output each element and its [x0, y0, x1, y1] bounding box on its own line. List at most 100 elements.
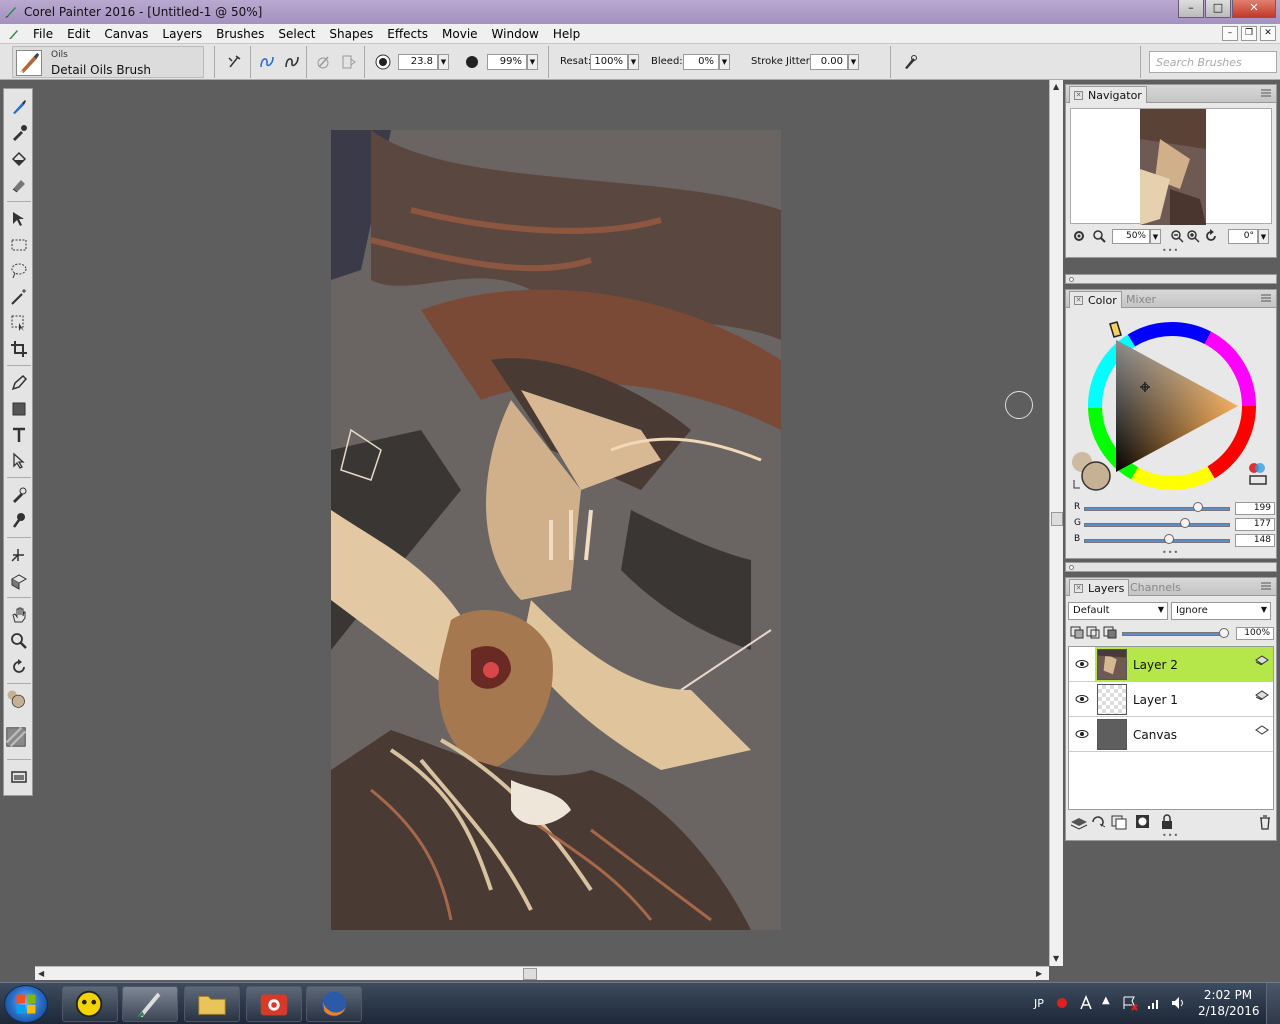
blue-slider-knob[interactable]: [1163, 534, 1174, 544]
grabber-hand-icon[interactable]: [9, 605, 29, 625]
layer-row-canvas[interactable]: Canvas: [1069, 717, 1273, 752]
blue-value[interactable]: 148: [1235, 534, 1275, 547]
layer-opacity-track[interactable]: [1122, 632, 1224, 636]
zoom-icon[interactable]: [1092, 229, 1106, 243]
menu-window[interactable]: Window: [485, 27, 546, 41]
close-button[interactable]: ✕: [1232, 0, 1276, 18]
main-color-swatch[interactable]: [6, 689, 32, 715]
color-swatches[interactable]: [1070, 450, 1114, 494]
straight-line-strokes-icon[interactable]: [283, 53, 301, 71]
navigator-resize-grip[interactable]: •••: [1162, 246, 1179, 255]
menu-select[interactable]: Select: [271, 27, 322, 41]
green-value[interactable]: 177: [1235, 518, 1275, 531]
vertical-scrollbar[interactable]: ▲ ▼: [1049, 80, 1063, 966]
text-tool-icon[interactable]: [9, 425, 29, 445]
color-settings-icon[interactable]: [1244, 460, 1272, 488]
artwork-canvas[interactable]: [331, 130, 781, 930]
navigator-settings-icon[interactable]: [1072, 229, 1086, 243]
panel-menu-icon[interactable]: [1260, 581, 1272, 592]
green-slider[interactable]: G 177: [1074, 518, 1275, 532]
visibility-eye-icon[interactable]: [1075, 694, 1089, 704]
action-center-icon[interactable]: [1122, 995, 1138, 1011]
red-value[interactable]: 199: [1235, 502, 1275, 515]
paper-selector-icon[interactable]: [5, 726, 32, 753]
stroke-attributes-icon[interactable]: [314, 53, 332, 71]
search-brushes-input[interactable]: Search Brushes: [1149, 51, 1277, 73]
layer-opacity-value[interactable]: 100%: [1236, 627, 1274, 640]
menu-edit[interactable]: Edit: [60, 27, 97, 41]
green-slider-knob[interactable]: [1179, 518, 1190, 528]
taskbar-app-cyberghost[interactable]: [62, 986, 118, 1022]
close-panel-icon[interactable]: ✕: [1074, 91, 1083, 100]
show-desktop-button[interactable]: [1266, 983, 1280, 1024]
dynamic-plugins-icon[interactable]: [1090, 814, 1108, 830]
red-slider[interactable]: R 199: [1074, 502, 1275, 516]
layer-commands-icon[interactable]: [1070, 814, 1088, 830]
zoom-in-icon[interactable]: [1186, 229, 1200, 243]
resat-field[interactable]: 100%: [590, 54, 628, 70]
brush-tool-icon[interactable]: [9, 97, 29, 117]
scroll-up-icon[interactable]: ▲: [1053, 82, 1059, 91]
blue-slider-track[interactable]: [1084, 539, 1230, 543]
visibility-eye-icon[interactable]: [1075, 729, 1089, 739]
bleed-field[interactable]: 0%: [683, 54, 719, 70]
scroll-left-icon[interactable]: ◀: [38, 969, 44, 978]
start-button[interactable]: [4, 985, 48, 1023]
screen-mode-icon[interactable]: [9, 767, 29, 787]
rubber-stamp-tool-icon[interactable]: [9, 511, 29, 531]
panel-menu-icon[interactable]: [1260, 88, 1272, 99]
layer-opacity-knob[interactable]: [1219, 628, 1229, 638]
brush-selector[interactable]: Oils Detail Oils Brush: [12, 46, 204, 78]
menu-canvas[interactable]: Canvas: [97, 27, 155, 41]
resat-dropdown[interactable]: ▼: [628, 54, 639, 70]
panel-group-bar-color[interactable]: [1065, 274, 1277, 284]
dodge-tool-icon[interactable]: [9, 545, 29, 565]
input-mode-icon[interactable]: [1078, 995, 1094, 1011]
rotate-page-icon[interactable]: [9, 657, 29, 677]
rotation-dropdown[interactable]: ▼: [1258, 229, 1269, 244]
menu-layers[interactable]: Layers: [155, 27, 209, 41]
vertical-scroll-thumb[interactable]: [1051, 512, 1063, 526]
delete-layer-icon[interactable]: [1256, 814, 1274, 830]
bleed-dropdown[interactable]: ▼: [719, 54, 730, 70]
shape-selection-tool-icon[interactable]: [9, 451, 29, 471]
menu-brushes[interactable]: Brushes: [209, 27, 271, 41]
tab-layers[interactable]: ✕ Layers: [1069, 579, 1130, 596]
scroll-down-icon[interactable]: ▼: [1053, 954, 1059, 963]
stroke-jitter-dropdown[interactable]: ▼: [848, 54, 859, 70]
composite-method-dropdown[interactable]: Default ▼: [1068, 602, 1168, 620]
layer-adjuster-tool-icon[interactable]: [9, 209, 29, 229]
horizontal-scroll-thumb[interactable]: [523, 968, 537, 980]
new-layer-icon[interactable]: [1110, 814, 1128, 830]
red-slider-track[interactable]: [1084, 507, 1230, 511]
magnifier-icon[interactable]: [9, 631, 29, 651]
menu-shapes[interactable]: Shapes: [322, 27, 380, 41]
horizontal-scrollbar[interactable]: ◀ ▶: [35, 966, 1049, 980]
panel-group-bar-layers[interactable]: [1065, 562, 1277, 572]
layer-row-layer-1[interactable]: Layer 1: [1069, 682, 1273, 717]
document-icon[interactable]: [6, 27, 20, 41]
rectangle-shape-tool-icon[interactable]: [9, 399, 29, 419]
dab-preview-icon[interactable]: [340, 53, 358, 71]
paint-bucket-tool-icon[interactable]: [9, 149, 29, 169]
mirror-paint-tool-icon[interactable]: [9, 571, 29, 591]
menu-file[interactable]: File: [26, 27, 60, 41]
layer-mask-icon[interactable]: [1134, 814, 1152, 830]
visibility-eye-icon[interactable]: [1075, 659, 1089, 669]
selection-adjuster-tool-icon[interactable]: [9, 313, 29, 333]
layer-lock-icons[interactable]: [1070, 626, 1118, 640]
zoom-dropdown[interactable]: ▼: [1150, 229, 1161, 244]
volume-icon[interactable]: [1170, 995, 1186, 1011]
blue-slider[interactable]: B 148: [1074, 534, 1275, 548]
ime-icon[interactable]: [1054, 995, 1070, 1011]
size-dropdown[interactable]: ▼: [438, 54, 449, 70]
cloner-tool-icon[interactable]: [9, 485, 29, 505]
opacity-dropdown[interactable]: ▼: [527, 54, 538, 70]
menu-help[interactable]: Help: [546, 27, 587, 41]
stroke-jitter-field[interactable]: 0.00: [810, 54, 848, 70]
minimize-button[interactable]: –: [1178, 0, 1204, 18]
clock[interactable]: 2:02 PM 2/18/2016: [1198, 987, 1260, 1019]
red-slider-knob[interactable]: [1192, 502, 1203, 512]
tab-navigator[interactable]: ✕ Navigator: [1069, 86, 1147, 103]
tab-color[interactable]: ✕ Color: [1069, 291, 1122, 308]
